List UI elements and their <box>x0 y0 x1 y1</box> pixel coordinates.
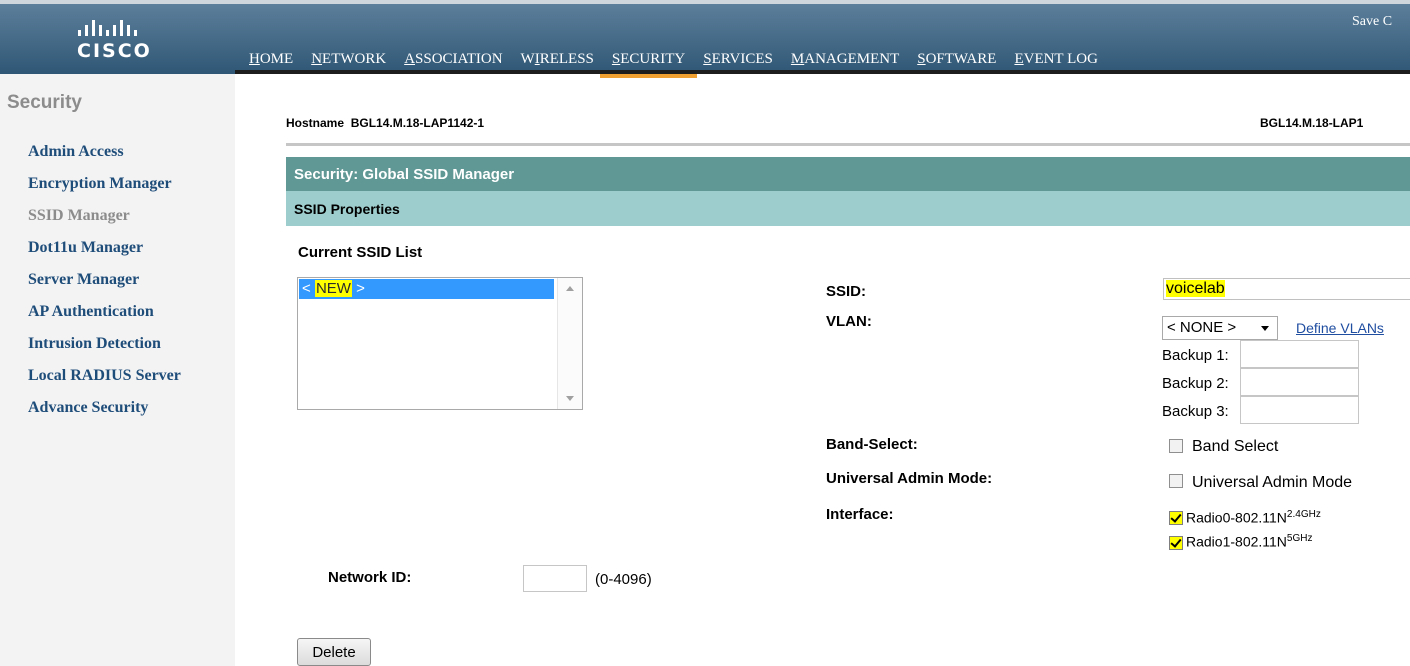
ssid-option-new[interactable]: < NEW > <box>299 279 554 299</box>
vlan-select[interactable]: < NONE > <box>1162 316 1278 340</box>
band-select-checkbox-label: Band Select <box>1192 438 1279 455</box>
sidebar-item-ap-authentication[interactable]: AP Authentication <box>28 303 181 335</box>
sidebar-title: Security <box>7 92 82 113</box>
network-id-range: (0-4096) <box>595 571 652 588</box>
radio0-label: Radio0-802.11N2.4GHz <box>1186 509 1321 526</box>
hostname: Hostname BGL14.M.18-LAP1142-1 <box>286 116 484 130</box>
backup-2-input[interactable] <box>1240 368 1359 396</box>
universal-admin-checkbox[interactable] <box>1169 474 1183 488</box>
backup-1-input[interactable] <box>1240 340 1359 368</box>
hostname-value: BGL14.M.18-LAP1142-1 <box>350 116 485 130</box>
universal-admin-checkbox-label: Universal Admin Mode <box>1192 474 1353 491</box>
backup-2-label: Backup 2: <box>1162 375 1229 392</box>
network-id-input[interactable] <box>523 565 587 592</box>
cisco-logo: CISCO <box>62 16 172 66</box>
ssid-listbox[interactable]: < NEW > <box>297 277 583 410</box>
hostname-right: BGL14.M.18-LAP1 <box>1260 116 1364 130</box>
backup-3-label: Backup 3: <box>1162 403 1229 420</box>
network-id-label: Network ID: <box>328 569 412 586</box>
scroll-up-icon[interactable] <box>566 286 574 291</box>
sidebar-menu: Admin Access Encryption Manager SSID Man… <box>28 143 181 431</box>
band-select-label: Band-Select: <box>826 436 918 453</box>
backup-3-input[interactable] <box>1240 396 1359 424</box>
radio1-label: Radio1-802.11N5GHz <box>1186 533 1313 550</box>
vlan-label: VLAN: <box>826 313 872 330</box>
sidebar-item-server-manager[interactable]: Server Manager <box>28 271 181 303</box>
ssid-input[interactable]: voicelab <box>1163 278 1410 300</box>
interface-label: Interface: <box>826 506 894 523</box>
scroll-down-icon[interactable] <box>566 396 574 401</box>
section-title-bar: Security: Global SSID Manager <box>286 157 1410 191</box>
sidebar-item-local-radius-server[interactable]: Local RADIUS Server <box>28 367 181 399</box>
backup-1-label: Backup 1: <box>1162 347 1229 364</box>
header-bar: CISCO HOME NETWORK ASSOCIATION WIRELESS … <box>0 4 1410 78</box>
ssid-label: SSID: <box>826 283 867 300</box>
sidebar: Security Admin Access Encryption Manager… <box>0 74 235 666</box>
subsection-title-bar: SSID Properties <box>286 191 1410 226</box>
sidebar-item-dot11u-manager[interactable]: Dot11u Manager <box>28 239 181 271</box>
sidebar-item-intrusion-detection[interactable]: Intrusion Detection <box>28 335 181 367</box>
chevron-down-icon <box>1261 326 1269 331</box>
hostname-label: Hostname <box>286 116 345 130</box>
radio0-checkbox[interactable] <box>1169 511 1183 525</box>
delete-button[interactable]: Delete <box>297 638 371 666</box>
universal-admin-label: Universal Admin Mode: <box>826 470 993 487</box>
save-config-link[interactable]: Save C <box>1352 14 1410 30</box>
ssid-list-scrollbar[interactable] <box>557 278 582 409</box>
section-title: Security: Global SSID Manager <box>294 166 515 183</box>
sidebar-item-admin-access[interactable]: Admin Access <box>28 143 181 175</box>
sidebar-item-advance-security[interactable]: Advance Security <box>28 399 181 431</box>
define-vlans-link[interactable]: Define VLANs <box>1296 320 1384 336</box>
sidebar-item-encryption-manager[interactable]: Encryption Manager <box>28 175 181 207</box>
subsection-title: SSID Properties <box>294 201 400 217</box>
hostname-divider <box>286 143 1410 146</box>
band-select-checkbox[interactable] <box>1169 439 1183 453</box>
sidebar-item-ssid-manager[interactable]: SSID Manager <box>28 207 181 239</box>
header-bottom-rule <box>235 70 1410 74</box>
current-ssid-list-title: Current SSID List <box>298 244 423 261</box>
cisco-logo-text: CISCO <box>77 40 152 62</box>
radio1-checkbox[interactable] <box>1169 536 1183 550</box>
